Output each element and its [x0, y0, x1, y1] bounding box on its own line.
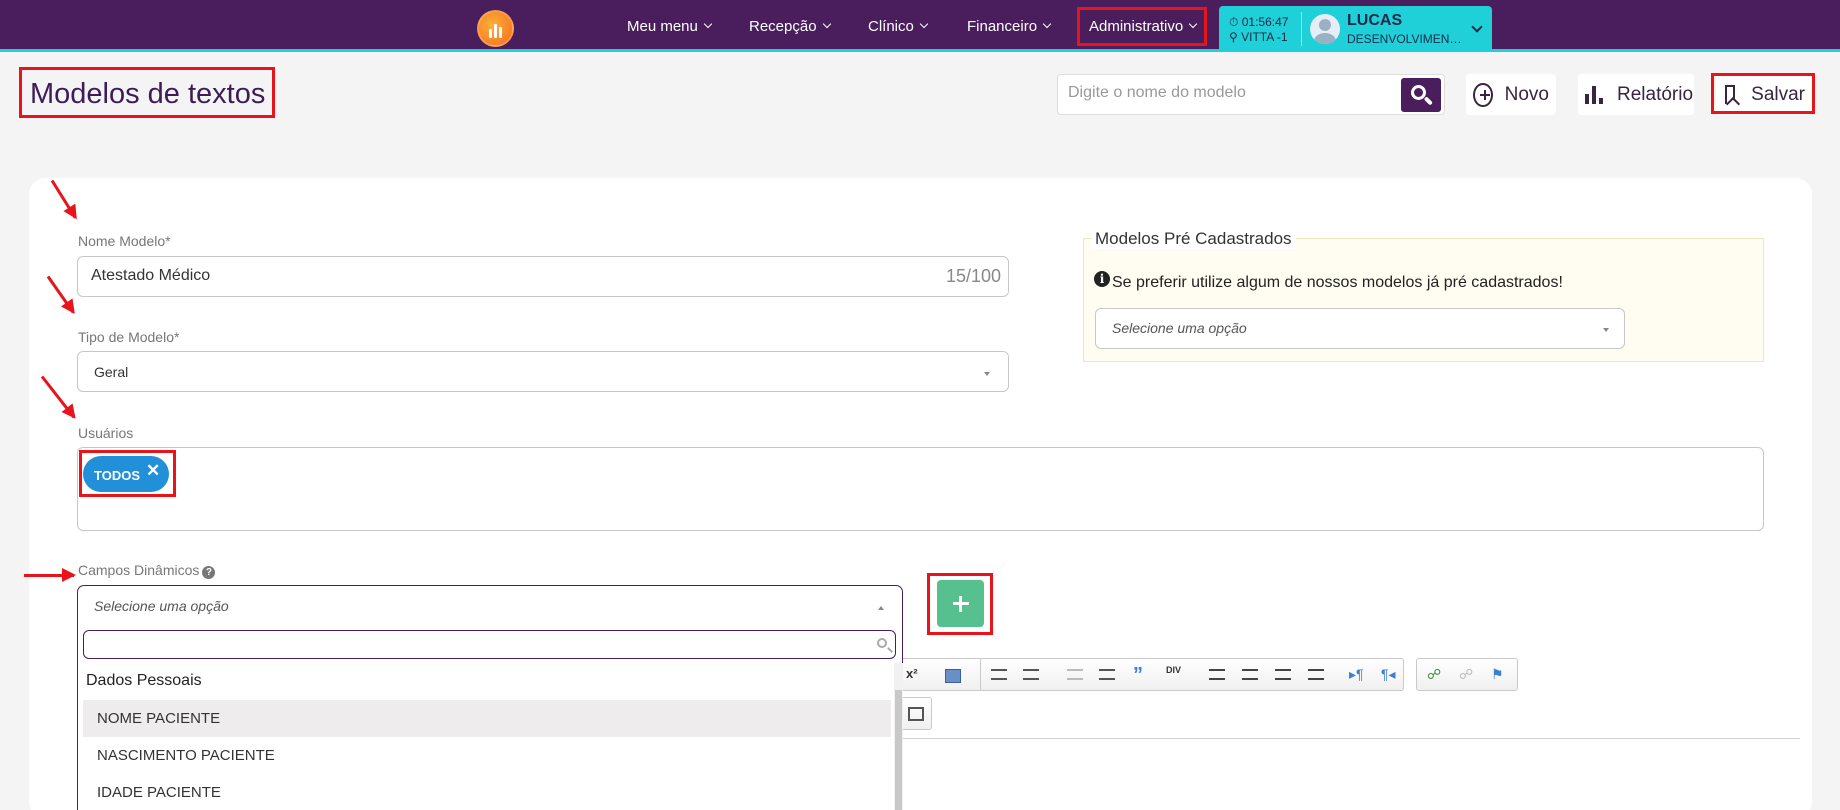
annotation-box-tag	[79, 450, 176, 497]
show-blocks-icon[interactable]	[908, 707, 924, 721]
divider	[1301, 12, 1302, 46]
campos-dinamicos-label: Campos Dinâmicos?	[78, 562, 216, 579]
char-counter: 15/100	[945, 266, 1001, 286]
search-button[interactable]	[1401, 78, 1441, 112]
align-justify-icon[interactable]	[1308, 669, 1324, 680]
chevron-down-icon	[703, 19, 713, 29]
bar-chart-icon	[1585, 85, 1603, 104]
pre-cadastrados-hint: i Se preferir utilize algum de nossos mo…	[1094, 271, 1563, 292]
nav-label: Clínico	[868, 17, 914, 35]
anchor-flag-icon[interactable]: ⚑	[1491, 666, 1507, 682]
tipo-modelo-select[interactable]: Geral	[77, 351, 1009, 392]
dropdown-search-input[interactable]	[83, 630, 896, 659]
campos-dinamicos-placeholder: Selecione uma opção	[94, 598, 229, 614]
clock-icon: ⏱	[1229, 15, 1239, 29]
outdent-icon[interactable]	[1067, 669, 1083, 680]
logo-bars-icon	[489, 22, 505, 38]
nav-recepcao[interactable]: Recepção	[749, 0, 831, 52]
tipo-modelo-label: Tipo de Modelo*	[78, 329, 180, 345]
user-panel[interactable]: ⏱ 01:56:47 ⚲ VITTA -1 LUCAS DESENVOLVIME…	[1219, 6, 1492, 52]
scrollbar[interactable]	[894, 663, 903, 810]
rtl-icon[interactable]: ¶◂	[1381, 666, 1397, 682]
campos-dinamicos-select[interactable]: Selecione uma opção	[77, 585, 903, 628]
scrollbar-thumb[interactable]	[895, 690, 902, 810]
caret-down-icon	[1603, 328, 1609, 332]
session-location: VITTA -1	[1241, 30, 1288, 44]
option-label: NASCIMENTO PACIENTE	[97, 747, 275, 764]
option-group-label: Dados Pessoais	[86, 672, 202, 689]
option-label: IDADE PACIENTE	[97, 784, 221, 801]
user-name: LUCAS	[1347, 12, 1403, 29]
annotation-box-add	[927, 573, 993, 635]
search-icon	[877, 638, 887, 648]
align-right-icon[interactable]	[1275, 669, 1291, 680]
pre-cadastrados-hint-text: Se preferir utilize algum de nossos mode…	[1112, 274, 1563, 291]
chevron-down-icon	[822, 19, 831, 29]
annotation-box-title	[19, 67, 275, 118]
nome-modelo-label: Nome Modelo*	[78, 233, 171, 249]
ltr-icon[interactable]: ▸¶	[1349, 666, 1365, 682]
unlink-icon[interactable]: ☍	[1459, 666, 1475, 682]
dropdown-option[interactable]: IDADE PACIENTE	[83, 774, 891, 810]
nav-clinico[interactable]: Clínico	[868, 0, 929, 52]
nav-label: Recepção	[749, 17, 817, 35]
new-button-label: Novo	[1504, 83, 1549, 105]
align-center-icon[interactable]	[1242, 669, 1258, 680]
report-button[interactable]: Relatório	[1578, 74, 1694, 115]
superscript-icon[interactable]: x²	[906, 666, 922, 681]
image-icon[interactable]	[945, 669, 961, 683]
indent-icon[interactable]	[1099, 669, 1115, 680]
numbered-list-icon[interactable]	[991, 669, 1007, 680]
caret-up-icon	[878, 606, 884, 610]
editor-toolbar-group: x²	[895, 658, 983, 691]
caret-down-icon	[984, 372, 990, 376]
avatar	[1310, 14, 1340, 44]
pre-cadastrados-select[interactable]: Selecione uma opção	[1095, 308, 1625, 349]
dropdown-panel: Dados Pessoais NOME PACIENTE NASCIMENTO …	[77, 627, 903, 810]
nav-financeiro[interactable]: Financeiro	[967, 0, 1052, 52]
location-icon: ⚲	[1229, 30, 1238, 44]
search-box	[1057, 74, 1445, 115]
usuarios-field[interactable]	[77, 447, 1764, 531]
tipo-modelo-value: Geral	[94, 364, 129, 380]
dropdown-option[interactable]: NASCIMENTO PACIENTE	[83, 737, 891, 774]
plus-circle-icon	[1473, 82, 1493, 107]
chevron-down-icon	[919, 19, 929, 29]
chevron-down-icon[interactable]	[1471, 21, 1483, 33]
info-icon: i	[1094, 271, 1110, 287]
blockquote-icon[interactable]: ”	[1133, 664, 1149, 686]
new-button[interactable]: Novo	[1466, 74, 1556, 115]
user-role: DESENVOLVIMENTO	[1347, 32, 1462, 46]
nav-label: Meu menu	[627, 17, 698, 35]
search-input[interactable]	[1068, 84, 1388, 102]
usuarios-label: Usuários	[78, 425, 134, 441]
link-icon[interactable]: ☍	[1427, 666, 1443, 682]
editor-toolbar-group: ☍ ☍ ⚑	[1416, 658, 1518, 691]
dropdown-option[interactable]: NOME PACIENTE	[83, 700, 891, 737]
annotation-arrow	[24, 568, 76, 582]
editor-toolbar-group: ” DIV ▸¶ ¶◂	[980, 658, 1404, 691]
session-info: ⏱ 01:56:47 ⚲ VITTA -1	[1229, 15, 1288, 45]
report-button-label: Relatório	[1617, 83, 1694, 105]
chevron-down-icon	[1042, 19, 1052, 29]
align-left-icon[interactable]	[1209, 669, 1225, 680]
nav-meu-menu[interactable]: Meu menu	[627, 0, 713, 52]
annotation-box-save	[1711, 73, 1815, 114]
top-navbar: Meu menu Recepção Clínico Financeiro Adm…	[0, 0, 1840, 52]
div-icon[interactable]: DIV	[1166, 665, 1182, 679]
pre-cadastrados-placeholder: Selecione uma opção	[1112, 320, 1247, 336]
nome-modelo-value: Atestado Médico	[91, 267, 211, 284]
annotation-box-administrativo	[1077, 7, 1207, 46]
bullet-list-icon[interactable]	[1023, 669, 1039, 680]
pre-cadastrados-title: Modelos Pré Cadastrados	[1091, 229, 1296, 249]
help-icon[interactable]: ?	[202, 566, 216, 579]
nav-label: Financeiro	[967, 17, 1038, 35]
session-clock: 01:56:47	[1241, 15, 1289, 29]
nome-modelo-field[interactable]: Atestado Médico 15/100	[77, 256, 1009, 297]
option-label: NOME PACIENTE	[97, 710, 221, 727]
editor-divider	[903, 738, 1800, 739]
app-logo[interactable]	[477, 10, 514, 47]
campos-dinamicos-text: Campos Dinâmicos	[78, 562, 200, 578]
